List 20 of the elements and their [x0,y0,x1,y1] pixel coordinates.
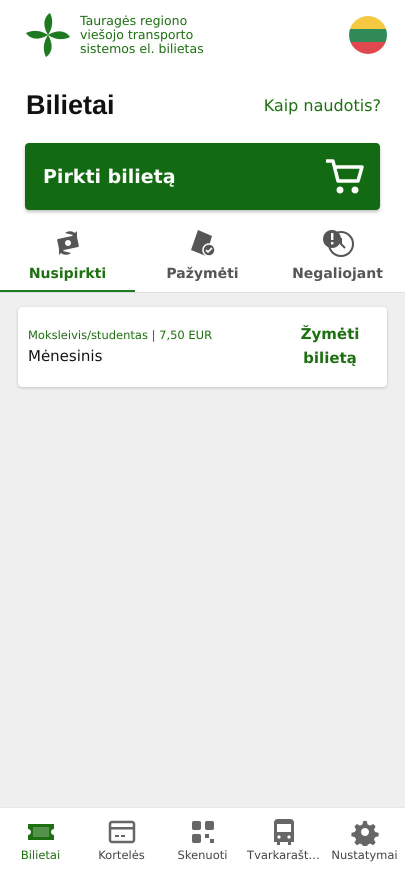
ticket-name: Mėnesinis [28,346,104,364]
alert-clock-icon [320,228,354,258]
help-link[interactable]: Kaip naudotis? [264,96,381,115]
nav-item[interactable]: Bilietai [0,818,81,862]
buy-ticket-button[interactable]: Pirkti bilietą [25,143,380,210]
ticket-category: Moksleivis/studentas | 7,50 EUR [28,328,212,342]
logo-text: Tauragės regiono [80,14,188,28]
pinwheel-logo-icon [24,11,72,59]
mark-ticket-button[interactable]: Žymėti bilietą [285,321,375,371]
flag-icon[interactable] [349,16,387,54]
page-title: Bilietai [26,90,115,121]
nav-item[interactable]: Nustatymai [324,818,405,862]
tab[interactable]: Pažymėti [135,222,270,292]
tab[interactable]: Negaliojant [270,222,405,292]
logo-text: viešojo transporto [80,28,194,42]
nav-item[interactable]: Skenuoti [162,818,243,862]
nav-item[interactable]: Kortelės [81,818,162,862]
nav-item[interactable]: Tvarkarašt… [243,818,324,862]
cart-icon [324,156,364,196]
logo-text: sistemos el. bilietas [80,42,205,56]
